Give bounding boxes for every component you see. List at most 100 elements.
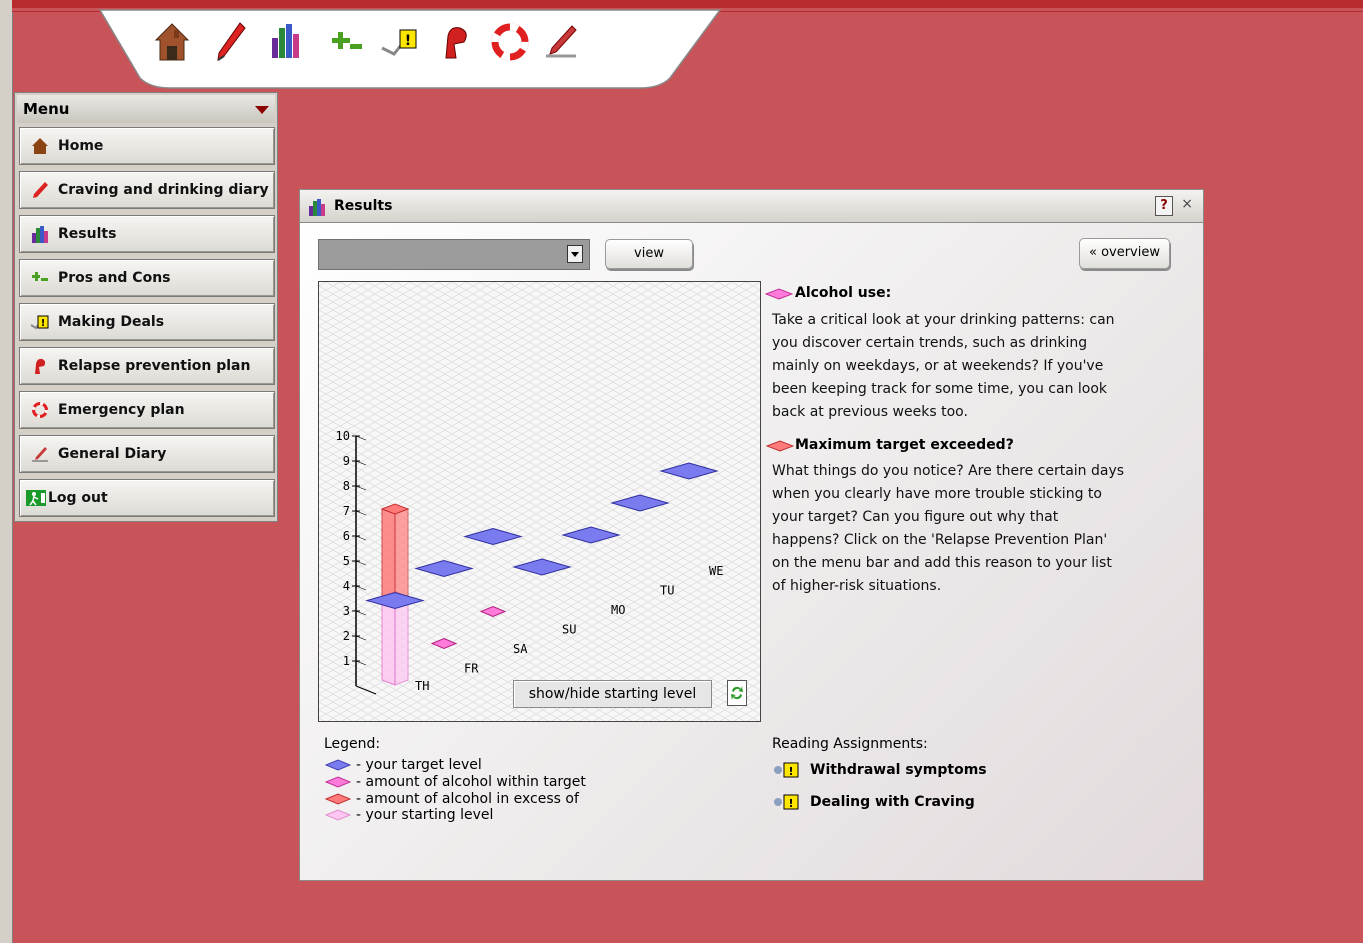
toolbar-relapse-button[interactable]: [436, 18, 476, 66]
toolbar-deals-button[interactable]: !: [380, 18, 420, 66]
refresh-icon[interactable]: [727, 680, 747, 706]
x-tick-label: TU: [660, 584, 674, 598]
house-icon: [154, 23, 190, 61]
chevron-down-icon[interactable]: [567, 245, 583, 263]
legend-label: - amount of alcohol in excess of: [356, 791, 579, 807]
week-select[interactable]: [318, 239, 590, 270]
help-button[interactable]: ?: [1155, 196, 1173, 216]
weekly-chart: 1 2 3 4 5 6 7 8 9 10 TH FR SA SU MO TU WE show/hide sta…: [318, 281, 761, 722]
alcohol-use-text: Take a critical look at your drinking pa…: [772, 312, 1115, 420]
y-tick-label: 9: [343, 454, 350, 468]
blue-diamond-icon: [324, 759, 352, 771]
starting-level-bar-right: [394, 595, 409, 686]
deal-warning-icon: !: [774, 762, 799, 778]
y-tick-label: 3: [343, 604, 350, 618]
deal-warning-icon: !: [381, 29, 417, 56]
house-icon: [32, 138, 48, 154]
scale-icon: [332, 32, 362, 49]
legend-title: Legend:: [324, 736, 381, 752]
x-tick-label: MO: [611, 603, 625, 617]
menu-header[interactable]: Menu: [17, 95, 275, 123]
x-tick-label: WE: [709, 564, 723, 578]
window-title: Results: [334, 198, 393, 214]
results-window: Results ? × view « overview 1 2 3 4 5 6 7 8 9 10 …: [299, 189, 1204, 881]
chevron-down-icon[interactable]: [255, 106, 269, 114]
diary-pen-icon: [32, 447, 48, 462]
menu-item-logout[interactable]: Log out: [19, 479, 275, 517]
starting-level-bar-left: [381, 595, 396, 686]
bar-chart-icon: [272, 24, 299, 58]
y-tick-label: 7: [343, 504, 350, 518]
show-hide-starting-level-button[interactable]: show/hide starting level: [513, 680, 712, 708]
menu-item-results[interactable]: Results: [19, 215, 275, 253]
left-window-edge: [0, 0, 13, 943]
y-tick-label: 6: [343, 529, 350, 543]
refresh-arrows-icon: [731, 686, 743, 700]
pen-icon: [33, 182, 48, 198]
y-tick-label: 4: [343, 579, 350, 593]
svg-text:!: !: [41, 318, 46, 329]
toolbar-diary-button[interactable]: [210, 18, 250, 66]
menu-item-relapse[interactable]: Relapse prevention plan: [19, 347, 275, 385]
reading-link-label: Withdrawal symptoms: [810, 762, 987, 778]
y-tick-label: 5: [343, 554, 350, 568]
menu-item-emergency[interactable]: Emergency plan: [19, 391, 275, 429]
toolbar-emergency-button[interactable]: [490, 18, 530, 66]
target-exceeded-text: What things do you notice? Are there cer…: [772, 463, 1125, 594]
svg-text:!: !: [788, 797, 793, 810]
chart-canvas: 1 2 3 4 5 6 7 8 9 10 TH FR SA SU MO TU WE: [319, 282, 760, 721]
bar-chart-icon: [32, 226, 48, 243]
excess-bar-left: [381, 508, 396, 603]
relapse-icon: [445, 27, 467, 59]
menu-item-label: Emergency plan: [58, 402, 185, 418]
relapse-icon: [35, 358, 46, 374]
legend-item-starting: - your starting level: [324, 807, 493, 824]
menu-title: Menu: [23, 100, 70, 118]
light-pink-diamond-icon: [324, 809, 352, 821]
legend-item-target: - your target level: [324, 757, 482, 774]
pen-icon: [217, 22, 246, 62]
alcohol-use-title: Alcohol use:: [795, 285, 892, 301]
window-titlebar[interactable]: Results ? ×: [300, 190, 1203, 223]
reading-link-withdrawal[interactable]: ! Withdrawal symptoms: [772, 761, 987, 779]
exit-icon: [26, 490, 46, 506]
diary-pen-icon: [546, 25, 577, 58]
y-tick-label: 8: [343, 479, 350, 493]
deal-warning-icon: !: [774, 794, 799, 810]
toolbar-results-button[interactable]: [266, 18, 306, 66]
red-diamond-icon: [766, 440, 794, 452]
legend-label: - your starting level: [356, 807, 494, 823]
y-tick-label: 10: [336, 429, 350, 443]
menu-item-general-diary[interactable]: General Diary: [19, 435, 275, 473]
close-button[interactable]: ×: [1181, 196, 1193, 212]
toolbar-pros-cons-button[interactable]: [324, 18, 364, 66]
legend-item-excess: - amount of alcohol in excess of: [324, 791, 579, 808]
view-button[interactable]: view: [605, 239, 693, 269]
menu-item-label: Log out: [48, 490, 108, 506]
deal-warning-icon: !: [30, 315, 49, 330]
x-tick-label: TH: [415, 679, 429, 693]
overview-button[interactable]: « overview: [1079, 238, 1170, 269]
top-toolbar: !: [80, 0, 740, 92]
target-exceeded-title: Maximum target exceeded?: [795, 437, 1014, 453]
menu-item-label: General Diary: [58, 446, 167, 462]
y-tick-label: 2: [343, 629, 350, 643]
lifebuoy-icon: [491, 23, 529, 61]
pink-diamond-icon: [324, 776, 352, 788]
menu-item-deals[interactable]: ! Making Deals: [19, 303, 275, 341]
legend-item-within: - amount of alcohol within target: [324, 774, 586, 791]
svg-text:!: !: [405, 33, 411, 49]
legend-label: - amount of alcohol within target: [356, 774, 586, 790]
reading-link-craving[interactable]: ! Dealing with Craving: [772, 793, 975, 811]
bar-chart-icon: [309, 199, 325, 216]
menu-item-pros-cons[interactable]: Pros and Cons: [19, 259, 275, 297]
toolbar-home-button[interactable]: [152, 18, 192, 66]
menu-item-diary[interactable]: Craving and drinking diary: [19, 171, 275, 209]
menu-item-label: Relapse prevention plan: [58, 358, 251, 374]
toolbar-general-diary-button[interactable]: [542, 18, 582, 66]
menu-item-label: Results: [58, 226, 117, 242]
legend-label: - your target level: [356, 757, 482, 773]
menu-item-home[interactable]: Home: [19, 127, 275, 165]
reading-assignments-title: Reading Assignments:: [772, 736, 928, 752]
lifebuoy-icon: [32, 402, 48, 418]
